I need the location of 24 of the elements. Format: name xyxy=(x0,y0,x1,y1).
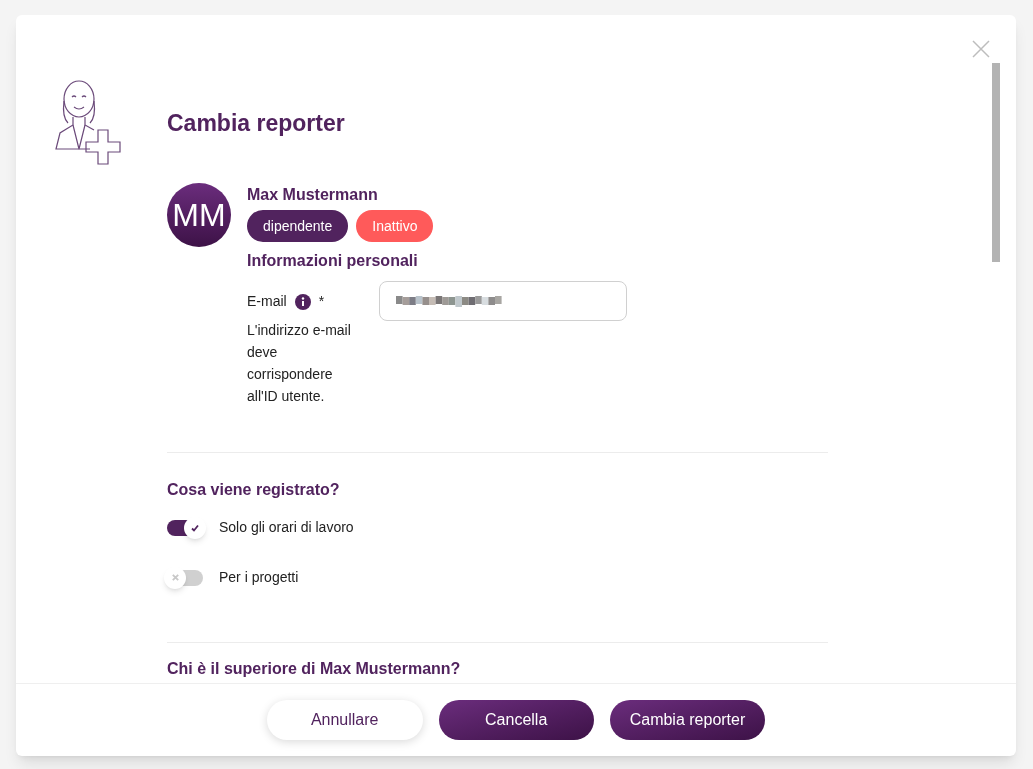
toggle-label: Per i progetti xyxy=(219,568,299,587)
toggle-label: Solo gli orari di lavoro xyxy=(219,518,354,537)
info-icon[interactable] xyxy=(294,293,311,310)
email-field[interactable] xyxy=(379,281,627,321)
field-hint: L'indirizzo e-mail deve corrispondere all'ID utente. xyxy=(247,321,352,406)
check-icon xyxy=(190,522,200,533)
toggle-switch[interactable] xyxy=(167,569,203,586)
section-heading: Informazioni personali xyxy=(247,251,419,271)
cross-icon xyxy=(170,573,180,582)
status-badge: dipendente xyxy=(247,210,349,242)
status-badge: Inattivo xyxy=(356,210,434,242)
dialog-title: Cambia reporter xyxy=(167,109,346,137)
footer-button[interactable]: Cambia reporter xyxy=(609,700,766,740)
close-icon[interactable] xyxy=(972,40,990,58)
section-heading: Chi è il superiore di Max Mustermann? xyxy=(167,659,462,679)
user-name: Max Mustermann xyxy=(247,185,379,205)
toggle-switch[interactable] xyxy=(167,519,203,536)
footer-button[interactable]: Cancella xyxy=(438,700,594,740)
scrollbar-thumb[interactable] xyxy=(992,63,1000,262)
field-label: E-mail xyxy=(247,292,287,311)
section-heading: Cosa viene registrato? xyxy=(167,480,341,500)
avatar: MM xyxy=(167,183,231,247)
required-mark: * xyxy=(318,292,325,311)
footer-button[interactable]: Annullare xyxy=(266,700,423,740)
